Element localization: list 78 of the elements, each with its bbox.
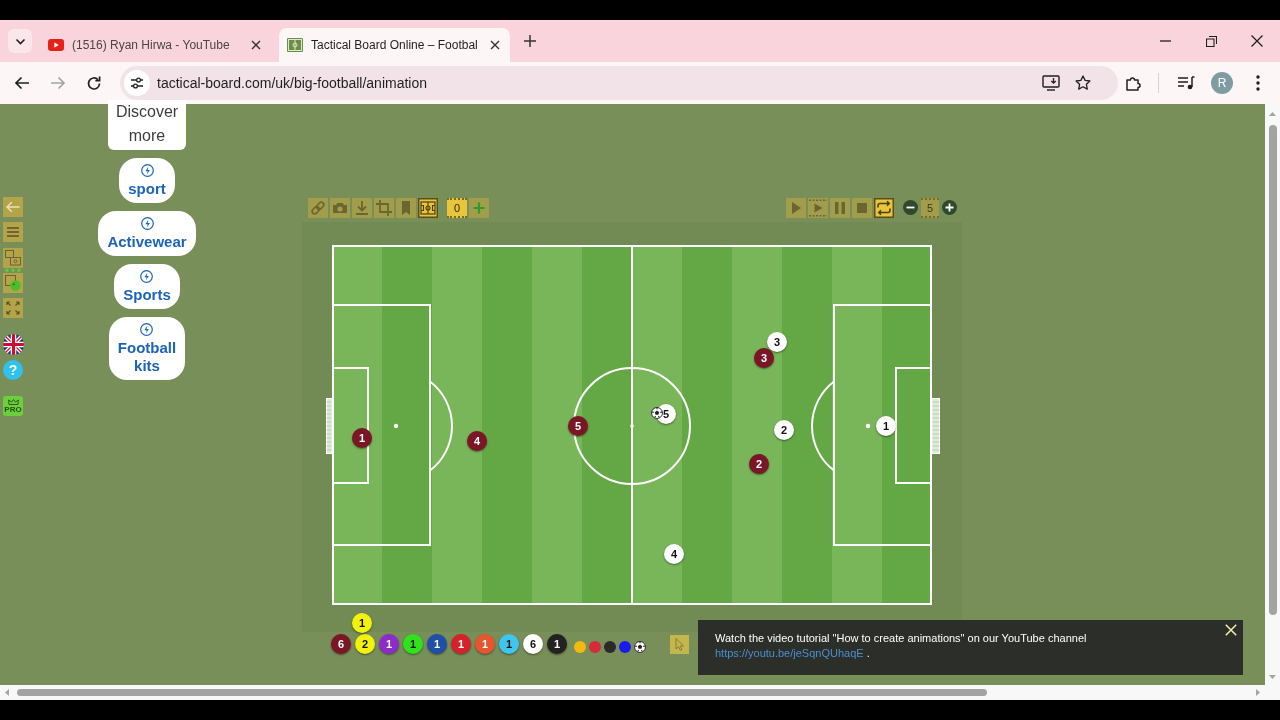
horizontal-scrollbar[interactable]	[0, 685, 1280, 700]
palette-token[interactable]: 2	[355, 634, 375, 654]
tab-search-button[interactable]	[8, 29, 32, 53]
ad-link[interactable]: Sports	[114, 264, 180, 309]
pro-button[interactable]: PRO	[3, 396, 23, 416]
palette-token[interactable]: 1	[379, 634, 399, 654]
scroll-up-icon[interactable]	[1269, 112, 1276, 116]
camera-icon[interactable]	[330, 197, 350, 218]
lightning-icon	[140, 270, 154, 283]
board-blob-icon[interactable]	[3, 273, 23, 293]
menu-dots-icon[interactable]	[1256, 75, 1260, 91]
plus-icon[interactable]	[524, 35, 536, 47]
puzzle-piece-icon[interactable]	[1125, 75, 1141, 91]
restore-icon[interactable]	[1205, 35, 1217, 47]
ad-link[interactable]: sport	[119, 158, 175, 203]
frame-counter: 0	[447, 197, 467, 218]
pitch-icon[interactable]	[418, 197, 438, 218]
soccer-ball-icon[interactable]	[634, 640, 646, 653]
repeat-icon[interactable]	[874, 197, 894, 218]
film-play-icon[interactable]	[808, 197, 828, 218]
browser-tab[interactable]: Tactical Board Online – Footbal	[279, 28, 510, 62]
address-bar[interactable]: tactical-board.com/uk/big-football/animation	[120, 66, 1118, 100]
close-icon[interactable]	[490, 40, 500, 50]
download-icon[interactable]	[352, 197, 372, 218]
menu-icon[interactable]	[3, 222, 23, 242]
tutorial-link[interactable]: https://youtu.be/jeSqnQUhaqE	[715, 647, 864, 659]
star-icon[interactable]	[1075, 75, 1091, 91]
reload-icon[interactable]	[86, 75, 102, 91]
expand-icon[interactable]	[3, 298, 23, 318]
dot-icon[interactable]	[574, 640, 586, 653]
speed-value: 5	[921, 197, 939, 218]
palette-token[interactable]: 1	[547, 634, 567, 654]
dot-icon[interactable]	[589, 640, 601, 653]
scroll-left-icon[interactable]	[5, 689, 9, 696]
palette-token[interactable]: 6	[331, 634, 351, 654]
crown-icon	[7, 398, 19, 405]
lightning-icon	[140, 323, 154, 336]
link-icon[interactable]	[308, 197, 328, 218]
minus-icon[interactable]	[903, 200, 918, 215]
pointer-icon[interactable]	[670, 634, 689, 654]
pause-icon[interactable]	[830, 197, 850, 218]
play-icon[interactable]	[786, 197, 806, 218]
url-text: tactical-board.com/uk/big-football/animation	[157, 75, 428, 91]
ad-link[interactable]: Activewear	[98, 211, 196, 256]
boards-icon[interactable]	[3, 248, 23, 272]
browser-tab[interactable]: (1516) Ryan Hirwa - YouTube	[40, 28, 271, 62]
play-logo-icon	[48, 39, 64, 51]
scrollbar-thumb[interactable]	[17, 689, 987, 696]
scroll-down-icon[interactable]	[1269, 675, 1276, 679]
palette-token[interactable]: 1	[403, 634, 423, 654]
vertical-scrollbar[interactable]	[1265, 104, 1280, 685]
dot-icon[interactable]	[604, 640, 616, 653]
music-list-icon[interactable]	[1177, 76, 1195, 90]
crop-icon[interactable]	[374, 197, 394, 218]
ad-link[interactable]: Football kits	[108, 317, 186, 380]
dot-icon[interactable]	[619, 640, 631, 653]
plus-icon[interactable]	[942, 200, 957, 215]
chevron-down-icon	[14, 37, 26, 45]
toast-message: Watch the video tutorial "How to create animations" on our YouTube channel https://youtu.be/jeSqnQUhaqE .	[715, 631, 1088, 661]
close-icon[interactable]	[1251, 35, 1263, 47]
close-icon[interactable]	[251, 40, 261, 50]
scrollbar-thumb[interactable]	[1268, 125, 1277, 615]
flag-icon[interactable]	[2, 334, 24, 355]
palette-token[interactable]: 1	[427, 634, 447, 654]
palette-token[interactable]: 6	[523, 634, 543, 654]
scroll-right-icon[interactable]	[1256, 689, 1260, 696]
install-icon[interactable]	[1042, 75, 1060, 91]
soccer-ball-icon[interactable]	[651, 407, 663, 419]
discover-more-button[interactable]: Discover more	[107, 100, 187, 150]
back-icon[interactable]	[14, 76, 30, 90]
palette-token[interactable]: 1	[451, 634, 471, 654]
lightning-icon	[140, 217, 154, 230]
lightning-icon	[140, 164, 154, 177]
pitch-icon	[287, 38, 303, 52]
palette-token[interactable]: 1	[475, 634, 495, 654]
minimize-icon[interactable]	[1159, 40, 1171, 42]
site-settings-icon[interactable]	[124, 70, 150, 96]
palette-token[interactable]: 1	[499, 634, 519, 654]
